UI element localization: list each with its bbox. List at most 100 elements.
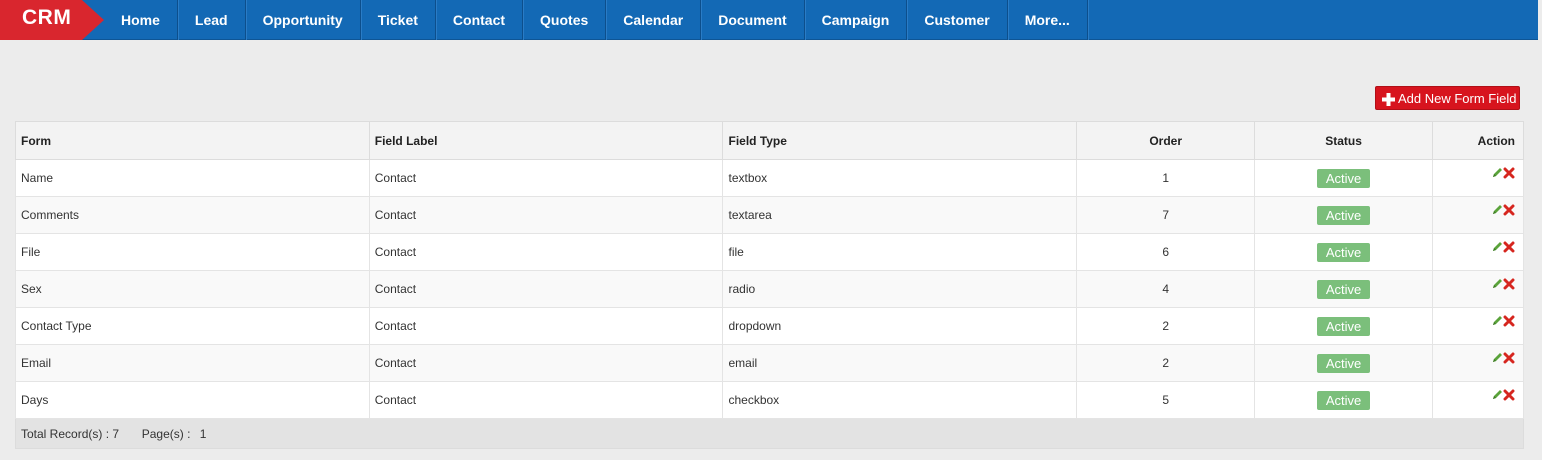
nav-item-customer[interactable]: Customer bbox=[907, 0, 1008, 40]
nav-item-calendar[interactable]: Calendar bbox=[606, 0, 702, 40]
total-records-value: 7 bbox=[112, 426, 120, 441]
nav-item-quotes[interactable]: Quotes bbox=[523, 0, 607, 40]
nav-item-more[interactable]: More... bbox=[1008, 0, 1088, 40]
table-row[interactable]: Name Contact textbox 1 Active bbox=[15, 159, 1524, 197]
status-badge[interactable]: Active bbox=[1316, 353, 1371, 373]
cell-field-type: email bbox=[722, 344, 1078, 382]
nav-item-lead[interactable]: Lead bbox=[178, 0, 246, 40]
cell-status: Active bbox=[1254, 344, 1433, 382]
cell-field-label: Contact bbox=[368, 344, 724, 382]
table-row[interactable]: Sex Contact radio 4 Active bbox=[15, 270, 1524, 308]
delete-icon[interactable] bbox=[1503, 241, 1515, 253]
cell-action bbox=[1432, 233, 1524, 271]
edit-icon[interactable] bbox=[1491, 167, 1503, 179]
col-header-field-type[interactable]: Field Type bbox=[722, 121, 1078, 160]
cell-status: Active bbox=[1254, 307, 1433, 345]
cell-form: Comments bbox=[15, 196, 370, 234]
cell-action bbox=[1432, 307, 1524, 345]
table-footer: Total Record(s) : 7 Page(s) : 1 bbox=[15, 418, 1524, 449]
form-fields-table: Form Field Label Field Type Order Status… bbox=[15, 121, 1524, 449]
edit-icon[interactable] bbox=[1491, 389, 1503, 401]
status-badge[interactable]: Active bbox=[1316, 316, 1371, 336]
edit-icon[interactable] bbox=[1491, 241, 1503, 253]
delete-icon[interactable] bbox=[1503, 167, 1515, 179]
add-form-field-button[interactable]: Add New Form Field bbox=[1375, 86, 1520, 110]
col-header-status[interactable]: Status bbox=[1254, 121, 1433, 160]
cell-field-type: checkbox bbox=[722, 381, 1078, 419]
cell-action bbox=[1432, 196, 1524, 234]
cell-action bbox=[1432, 159, 1524, 197]
cell-form: Name bbox=[15, 159, 370, 197]
cell-status: Active bbox=[1254, 233, 1433, 271]
cell-field-type: file bbox=[722, 233, 1078, 271]
cell-status: Active bbox=[1254, 196, 1433, 234]
status-badge[interactable]: Active bbox=[1316, 390, 1371, 410]
cell-status: Active bbox=[1254, 381, 1433, 419]
main-nav: Home Lead Opportunity Ticket Contact Quotes Ca… bbox=[104, 0, 1088, 40]
delete-icon[interactable] bbox=[1503, 389, 1515, 401]
brand-logo[interactable]: CRM bbox=[0, 0, 104, 40]
status-badge[interactable]: Active bbox=[1316, 242, 1371, 262]
cell-field-type: textbox bbox=[722, 159, 1078, 197]
table-row[interactable]: Days Contact checkbox 5 Active bbox=[15, 381, 1524, 419]
pages-value: 1 bbox=[199, 426, 207, 441]
cell-order: 2 bbox=[1076, 307, 1256, 345]
table-row[interactable]: Contact Type Contact dropdown 2 Active bbox=[15, 307, 1524, 345]
status-badge[interactable]: Active bbox=[1316, 205, 1371, 225]
edit-icon[interactable] bbox=[1491, 315, 1503, 327]
cell-field-type: radio bbox=[722, 270, 1078, 308]
table-row[interactable]: Email Contact email 2 Active bbox=[15, 344, 1524, 382]
brand-name: CRM bbox=[22, 6, 72, 29]
total-records-label: Total Record(s) : bbox=[21, 426, 110, 441]
cell-field-label: Contact bbox=[368, 270, 724, 308]
table-header-row: Form Field Label Field Type Order Status… bbox=[15, 121, 1524, 160]
table-row[interactable]: File Contact file 6 Active bbox=[15, 233, 1524, 271]
cell-form: File bbox=[15, 233, 370, 271]
edit-icon[interactable] bbox=[1491, 352, 1503, 364]
cell-action bbox=[1432, 270, 1524, 308]
cell-order: 1 bbox=[1076, 159, 1256, 197]
cell-field-label: Contact bbox=[368, 233, 724, 271]
cell-action bbox=[1432, 344, 1524, 382]
top-navbar: CRM Home Lead Opportunity Ticket Contact Quot… bbox=[0, 0, 1538, 40]
cell-field-type: dropdown bbox=[722, 307, 1078, 345]
cell-action bbox=[1432, 381, 1524, 419]
cell-field-label: Contact bbox=[368, 381, 724, 419]
cell-field-type: textarea bbox=[722, 196, 1078, 234]
col-header-field-label[interactable]: Field Label bbox=[368, 121, 724, 160]
add-form-field-label: Add New Form Field bbox=[1398, 90, 1517, 106]
cell-field-label: Contact bbox=[368, 307, 724, 345]
col-header-form[interactable]: Form bbox=[15, 121, 370, 160]
delete-icon[interactable] bbox=[1503, 278, 1515, 290]
nav-item-document[interactable]: Document bbox=[701, 0, 805, 40]
nav-item-contact[interactable]: Contact bbox=[436, 0, 524, 40]
cell-field-label: Contact bbox=[368, 159, 724, 197]
nav-item-home[interactable]: Home bbox=[104, 0, 178, 40]
col-header-order[interactable]: Order bbox=[1076, 121, 1256, 160]
cell-order: 5 bbox=[1076, 381, 1256, 419]
plus-icon bbox=[1382, 92, 1395, 106]
cell-form: Days bbox=[15, 381, 370, 419]
nav-item-ticket[interactable]: Ticket bbox=[361, 0, 436, 40]
nav-item-opportunity[interactable]: Opportunity bbox=[246, 0, 361, 40]
edit-icon[interactable] bbox=[1491, 204, 1503, 216]
status-badge[interactable]: Active bbox=[1316, 279, 1371, 299]
cell-order: 2 bbox=[1076, 344, 1256, 382]
cell-form: Sex bbox=[15, 270, 370, 308]
nav-item-campaign[interactable]: Campaign bbox=[805, 0, 908, 40]
cell-field-label: Contact bbox=[368, 196, 724, 234]
table-summary: Total Record(s) : 7 Page(s) : 1 bbox=[15, 418, 1524, 449]
delete-icon[interactable] bbox=[1503, 352, 1515, 364]
cell-order: 6 bbox=[1076, 233, 1256, 271]
table-row[interactable]: Comments Contact textarea 7 Active bbox=[15, 196, 1524, 234]
status-badge[interactable]: Active bbox=[1316, 168, 1371, 188]
cell-order: 4 bbox=[1076, 270, 1256, 308]
delete-icon[interactable] bbox=[1503, 315, 1515, 327]
cell-status: Active bbox=[1254, 270, 1433, 308]
edit-icon[interactable] bbox=[1491, 278, 1503, 290]
cell-status: Active bbox=[1254, 159, 1433, 197]
cell-order: 7 bbox=[1076, 196, 1256, 234]
pages-label: Page(s) : bbox=[141, 426, 191, 441]
col-header-action: Action bbox=[1432, 121, 1524, 160]
delete-icon[interactable] bbox=[1503, 204, 1515, 216]
